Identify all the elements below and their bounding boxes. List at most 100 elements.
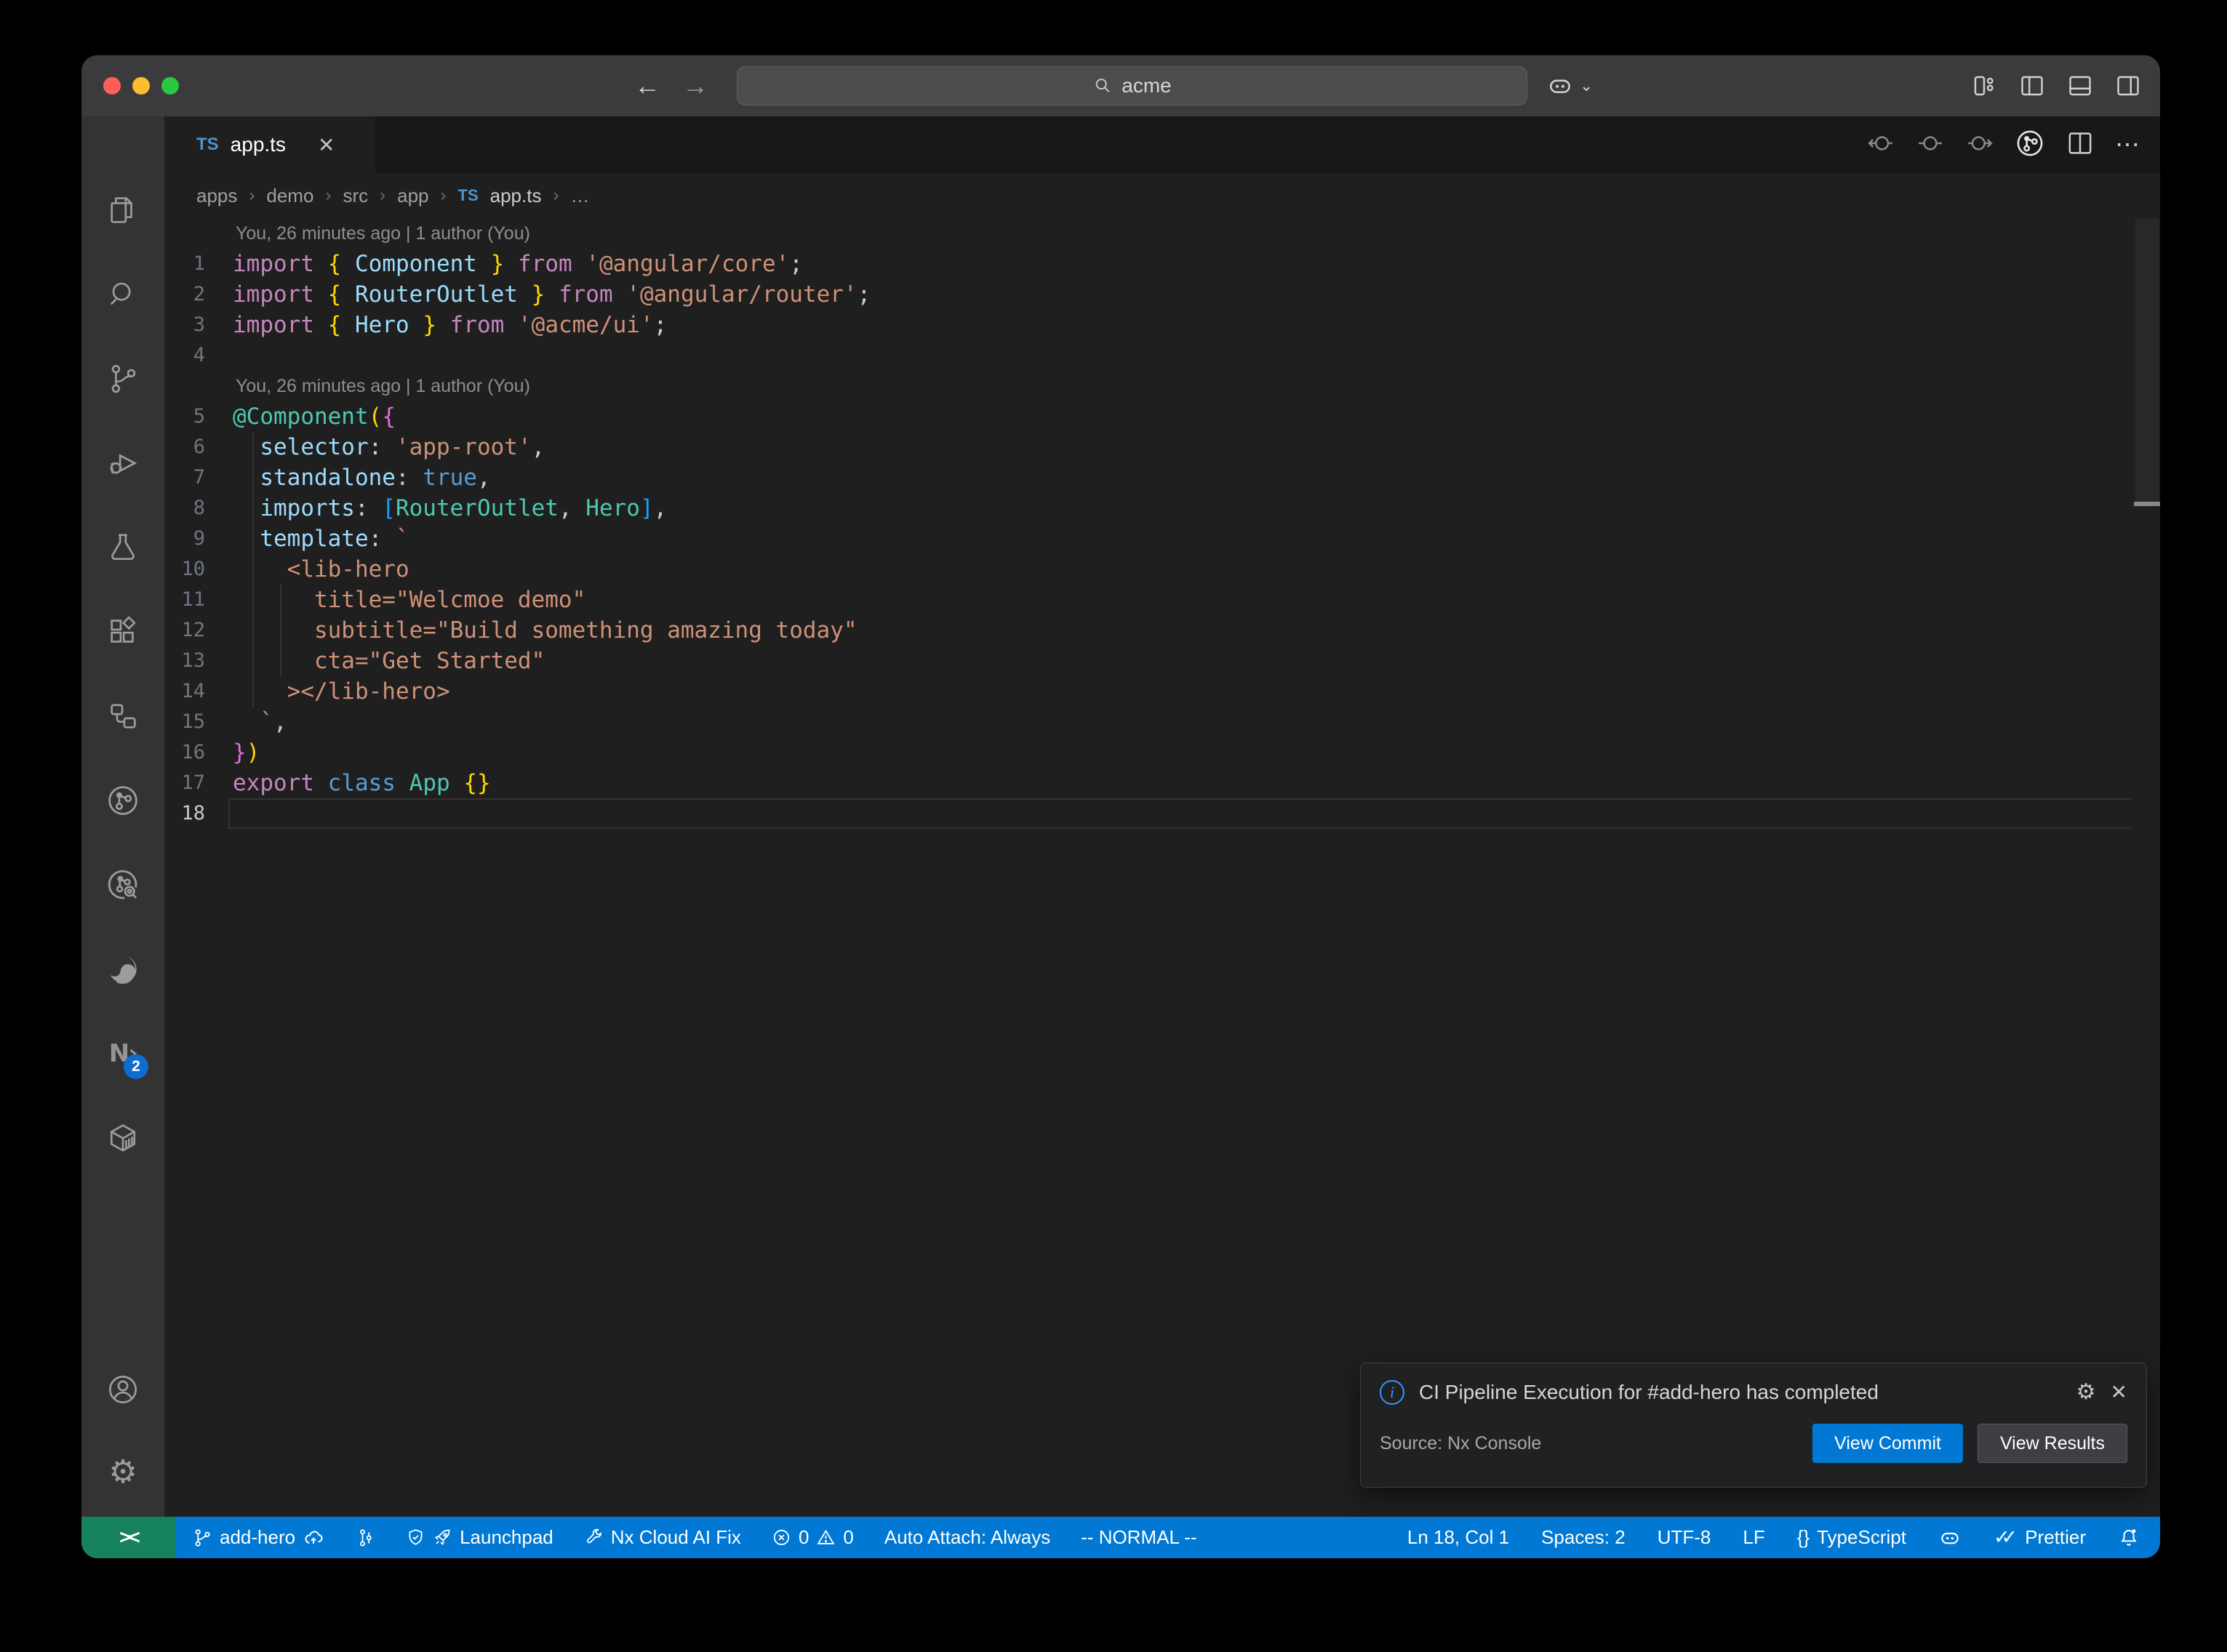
toggle-primary-sidebar-button[interactable] [2019,73,2045,99]
line-number[interactable]: 18 [164,798,205,829]
nx-console-icon[interactable]: N› 2 [105,1035,141,1072]
line-number[interactable]: 7 [164,462,205,493]
line-number[interactable]: 13 [164,646,205,676]
copilot-status-item[interactable] [1938,1526,1962,1549]
git-blame-code-lens[interactable]: You, 26 minutes ago | 1 author (You) [236,371,530,401]
code-line-row[interactable]: 16}) [164,737,2160,768]
branch-status-item[interactable]: add-hero [192,1526,324,1549]
linked-boxes-icon[interactable] [105,698,141,734]
line-number[interactable]: 10 [164,554,205,585]
line-number[interactable]: 15 [164,707,205,737]
minimize-window-button[interactable] [132,77,150,95]
command-center-search[interactable]: acme [737,66,1527,105]
indentation-status-item[interactable]: Spaces: 2 [1541,1526,1626,1549]
code-line-row[interactable]: 13 cta="Get Started" [164,646,2160,676]
line-number[interactable]: 16 [164,737,205,768]
code-line-row[interactable]: 8 imports: [RouterOutlet, Hero], [164,493,2160,524]
line-number[interactable]: 5 [164,401,205,432]
line-number[interactable]: 4 [164,340,205,371]
copilot-menu[interactable]: ⌄ [1546,55,1593,116]
editor-scrollbar[interactable] [2134,218,2160,1517]
code-line-row[interactable]: 12 subtitle="Build something amazing tod… [164,615,2160,646]
line-number[interactable]: 8 [164,493,205,524]
view-commit-button[interactable]: View Commit [1812,1424,1963,1463]
breadcrumb-file[interactable]: app.ts [490,185,542,207]
toggle-panel-button[interactable] [2067,73,2093,99]
history-forward-icon[interactable]: → [682,71,708,101]
edge-tools-icon[interactable] [105,951,141,987]
testing-icon[interactable] [105,529,141,566]
tab-close-icon[interactable]: ✕ [318,133,335,157]
git-blame-code-lens[interactable]: You, 26 minutes ago | 1 author (You) [236,218,530,249]
more-actions-icon[interactable]: ⋯ [2115,130,2140,159]
breadcrumb-item[interactable]: app [397,185,428,207]
next-change-icon[interactable] [1965,129,1994,161]
line-number[interactable]: 2 [164,279,205,310]
prev-change-icon[interactable] [1866,129,1895,161]
code-line-row[interactable]: 3import { Hero } from '@acme/ui'; [164,310,2160,340]
line-number[interactable]: 6 [164,432,205,462]
line-number[interactable]: 17 [164,768,205,798]
settings-gear-icon[interactable]: ⚙ [105,1454,141,1491]
git-graph-status-item[interactable] [355,1528,375,1548]
eol-status-item[interactable]: LF [1743,1526,1764,1549]
extensions-icon[interactable] [105,614,141,650]
line-number[interactable]: 14 [164,676,205,707]
code-line-row[interactable]: 18 [164,798,2160,829]
run-debug-icon[interactable] [105,445,141,481]
code-line-row[interactable]: 6 selector: 'app-root', [164,432,2160,462]
container-icon[interactable] [105,1120,141,1156]
line-number[interactable]: 12 [164,615,205,646]
breadcrumb-item[interactable]: apps [196,185,237,207]
commit-graph-icon[interactable] [2015,128,2045,162]
language-status-item[interactable]: {} TypeScript [1797,1526,1906,1549]
gitlens-icon[interactable] [105,782,141,819]
nx-cloud-fix-status-item[interactable]: Nx Cloud AI Fix [584,1526,741,1549]
launchpad-status-item[interactable]: Launchpad [406,1526,553,1549]
code-line-row[interactable]: 1import { Component } from '@angular/cor… [164,249,2160,279]
code-line-row[interactable]: 15 `, [164,707,2160,737]
breadcrumb-item[interactable]: demo [266,185,313,207]
code-line-row[interactable]: 7 standalone: true, [164,462,2160,493]
code-line-row[interactable]: 4 [164,340,2160,371]
code-line-row[interactable]: 9 template: ` [164,524,2160,554]
search-view-icon[interactable] [105,276,141,313]
accounts-icon[interactable] [105,1371,141,1408]
line-number[interactable]: 9 [164,524,205,554]
history-back-icon[interactable]: ← [634,71,660,101]
code-line-row[interactable]: 11 title="Welcmoe demo" [164,585,2160,615]
problems-status-item[interactable]: 0 0 [772,1526,854,1549]
notification-close-icon[interactable]: ✕ [2111,1380,2127,1404]
gitlens-inspect-icon[interactable] [105,867,141,903]
toggle-secondary-sidebar-button[interactable] [2115,73,2141,99]
maximize-window-button[interactable] [161,77,179,95]
code-line-row[interactable]: 5@Component({ [164,401,2160,432]
customize-layout-button[interactable] [1971,73,1997,99]
code-editor[interactable]: You, 26 minutes ago | 1 author (You)1imp… [164,218,2160,1517]
revisions-icon[interactable] [1916,129,1945,161]
split-editor-icon[interactable] [2066,129,2095,161]
prettier-status-item[interactable]: ✓✓ Prettier [1994,1526,2086,1549]
line-number[interactable]: 11 [164,585,205,615]
breadcrumb-item[interactable]: src [343,185,368,207]
code-lens-row[interactable]: You, 26 minutes ago | 1 author (You) [164,371,2160,401]
explorer-icon[interactable] [105,192,141,228]
scrollbar-slider[interactable] [2135,218,2159,503]
notifications-bell-item[interactable] [2118,1527,2140,1549]
line-number[interactable]: 3 [164,310,205,340]
code-line-row[interactable]: 17export class App {} [164,768,2160,798]
code-lens-row[interactable]: You, 26 minutes ago | 1 author (You) [164,218,2160,249]
view-results-button[interactable]: View Results [1978,1424,2127,1463]
tab-app-ts[interactable]: TS app.ts ✕ [164,116,375,173]
breadcrumb-symbol[interactable]: … [570,185,589,207]
notification-settings-icon[interactable]: ⚙ [2076,1379,2096,1405]
code-line-row[interactable]: 2import { RouterOutlet } from '@angular/… [164,279,2160,310]
code-line-row[interactable]: 14 ></lib-hero> [164,676,2160,707]
remote-indicator[interactable]: >< [81,1517,176,1558]
close-window-button[interactable] [103,77,121,95]
source-control-icon[interactable] [105,361,141,397]
code-line-row[interactable]: 10 <lib-hero [164,554,2160,585]
auto-attach-status-item[interactable]: Auto Attach: Always [884,1526,1050,1549]
vim-mode-status-item[interactable]: -- NORMAL -- [1081,1526,1196,1549]
encoding-status-item[interactable]: UTF-8 [1658,1526,1711,1549]
